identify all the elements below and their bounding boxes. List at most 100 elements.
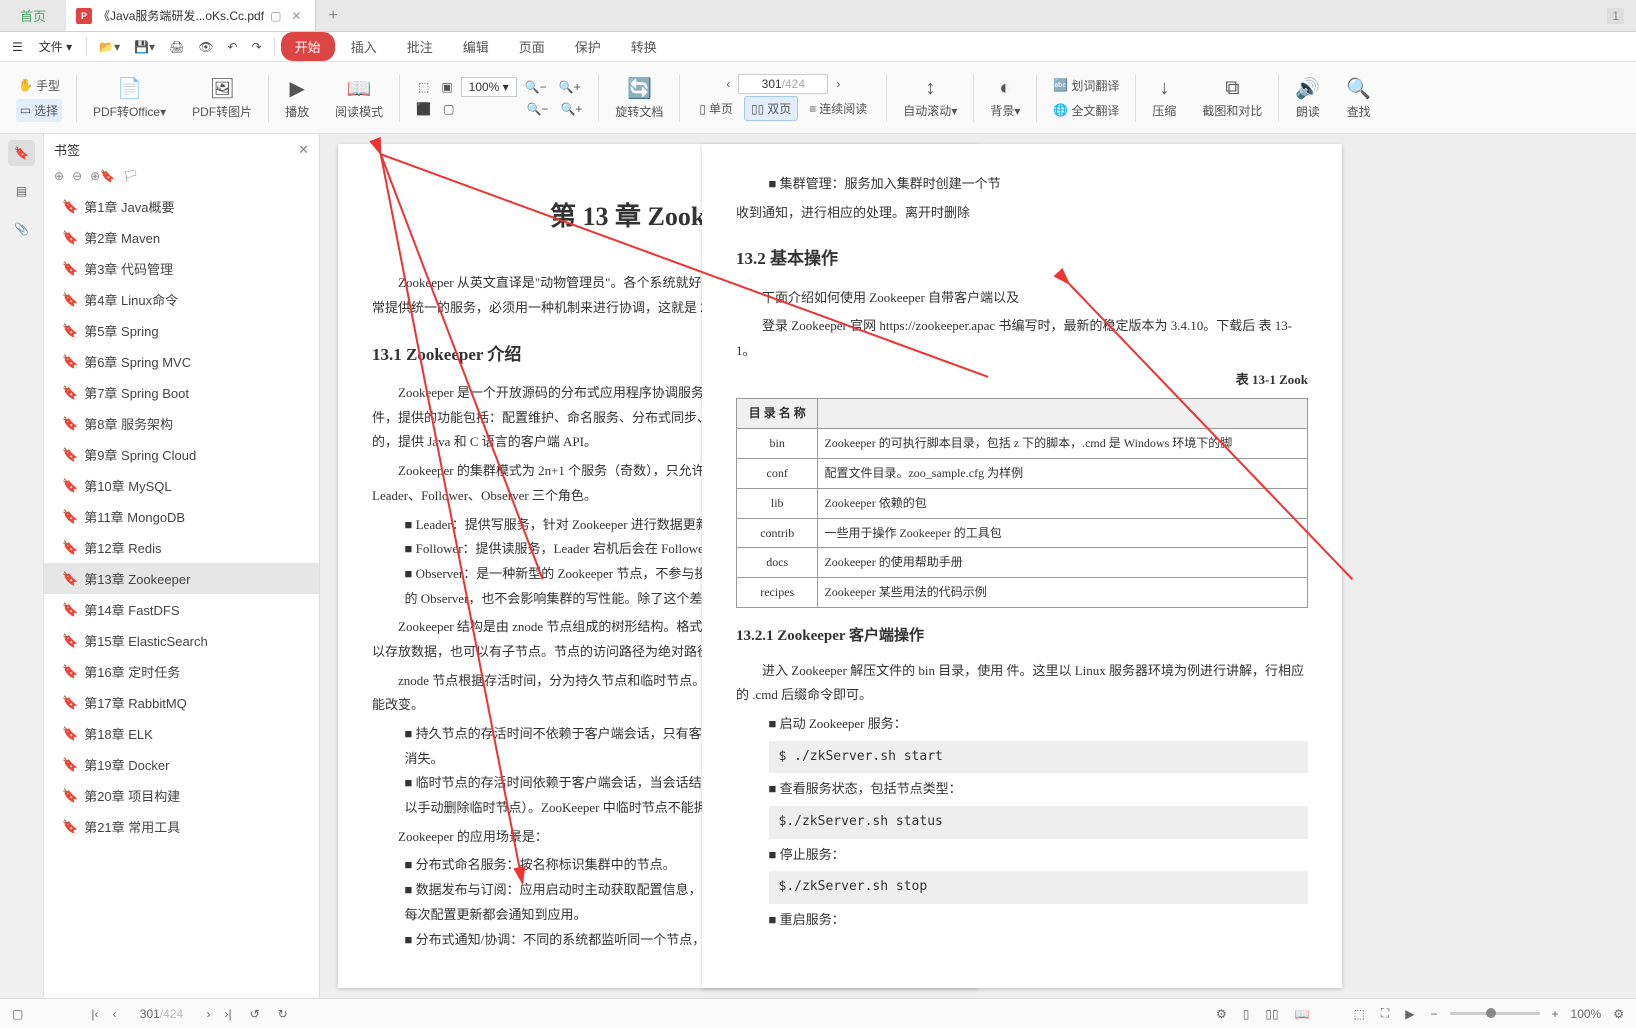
open-button[interactable]: 📂▾ bbox=[93, 36, 126, 58]
bookmark-item[interactable]: 🔖第3章 代码管理 bbox=[44, 253, 319, 284]
bookmark-item[interactable]: 🔖第12章 Redis bbox=[44, 532, 319, 563]
zoom-in-status[interactable]: + bbox=[1548, 1005, 1563, 1023]
bookmark-item[interactable]: 🔖第9章 Spring Cloud bbox=[44, 439, 319, 470]
home-tab[interactable]: 首页 bbox=[0, 0, 66, 31]
rotate-cw-icon[interactable]: ↻ bbox=[274, 1005, 292, 1023]
status-page[interactable]: 301/424 bbox=[126, 1007, 196, 1021]
bookmark-item[interactable]: 🔖第14章 FastDFS bbox=[44, 594, 319, 625]
last-page-icon[interactable]: ›| bbox=[220, 1005, 235, 1023]
presentation-icon[interactable]: ▶ bbox=[1401, 1005, 1418, 1023]
menu-edit[interactable]: 编辑 bbox=[449, 32, 503, 61]
fit-page-icon[interactable]: ▣ bbox=[437, 77, 456, 97]
full-translate[interactable]: 🌐 全文翻译 bbox=[1049, 99, 1123, 122]
menu-annotate[interactable]: 批注 bbox=[393, 32, 447, 61]
single-page-view[interactable]: ▯ 单页 bbox=[692, 96, 740, 121]
attachment-icon[interactable]: 📎 bbox=[8, 216, 35, 242]
preview-button[interactable]: 👁 bbox=[192, 36, 219, 58]
first-page-icon[interactable]: |‹ bbox=[87, 1005, 102, 1023]
add-bookmark-icon[interactable]: ⊕🔖 bbox=[90, 169, 115, 183]
fit-icon[interactable]: ⬚ bbox=[1350, 1005, 1369, 1023]
tab-window-icon[interactable]: ▢ bbox=[270, 9, 281, 23]
expand-icon[interactable]: ⊕ bbox=[54, 169, 64, 183]
page-input[interactable]: 301/424 bbox=[738, 74, 828, 94]
bookmark-item[interactable]: 🔖第8章 服务架构 bbox=[44, 408, 319, 439]
settings-icon[interactable]: ⚙ bbox=[1609, 1005, 1628, 1023]
bookmark-item[interactable]: 🔖第10章 MySQL bbox=[44, 470, 319, 501]
bookmark-item[interactable]: 🔖第20章 项目构建 bbox=[44, 780, 319, 811]
read-aloud[interactable]: 🔊朗读 bbox=[1285, 76, 1330, 120]
zoom-level[interactable]: 100% ▾ bbox=[461, 77, 517, 97]
fit-icon[interactable]: ▢ bbox=[439, 99, 458, 119]
double-view-icon[interactable]: ▯▯ bbox=[1261, 1005, 1282, 1023]
bookmark-item[interactable]: 🔖第13章 Zookeeper bbox=[44, 563, 319, 594]
zoom-out-icon[interactable]: 🔍− bbox=[521, 77, 551, 97]
hamburger-icon[interactable]: ☰ bbox=[6, 36, 29, 58]
double-page-view[interactable]: ▯▯ 双页 bbox=[744, 96, 798, 121]
zoom-in-icon[interactable]: 🔍+ bbox=[555, 77, 585, 97]
zoom-in2-icon[interactable]: 🔍+ bbox=[556, 99, 586, 119]
actual-size-icon[interactable]: ⬛ bbox=[412, 99, 435, 119]
menu-insert[interactable]: 插入 bbox=[337, 32, 391, 61]
background-button[interactable]: ◐背景▾ bbox=[980, 77, 1030, 119]
fit-width-icon[interactable]: ⬚ bbox=[414, 77, 433, 97]
bookmark-item[interactable]: 🔖第21章 常用工具 bbox=[44, 811, 319, 842]
flag-icon[interactable]: 🏳 bbox=[123, 169, 138, 183]
document-viewport[interactable]: 第 13 章 Zookeeper Zookeeper 从英文直译是"动物管理员"… bbox=[320, 134, 1636, 998]
zoom-out2-icon[interactable]: 🔍− bbox=[522, 99, 552, 119]
menu-start[interactable]: 开始 bbox=[281, 32, 335, 61]
menu-page[interactable]: 页面 bbox=[505, 32, 559, 61]
find-button[interactable]: 🔍查找 bbox=[1336, 76, 1381, 120]
collapse-icon[interactable]: ⊖ bbox=[72, 169, 82, 183]
screenshot-compare[interactable]: ⧉截图和对比 bbox=[1192, 77, 1272, 119]
bookmark-item[interactable]: 🔖第7章 Spring Boot bbox=[44, 377, 319, 408]
next-page-icon[interactable]: › bbox=[202, 1005, 214, 1023]
continuous-view[interactable]: ≡ 连续阅读 bbox=[802, 96, 874, 121]
tab-close-icon[interactable]: ✕ bbox=[287, 9, 305, 23]
compress-button[interactable]: ↓压缩 bbox=[1142, 77, 1186, 119]
bookmark-item[interactable]: 🔖第17章 RabbitMQ bbox=[44, 687, 319, 718]
select-tool[interactable]: ▭ 选择 bbox=[16, 99, 62, 122]
rotate-button[interactable]: 🔄旋转文档 bbox=[605, 76, 673, 120]
play-button[interactable]: ▶播放 bbox=[275, 76, 319, 120]
hand-tool[interactable]: ✋ 手型 bbox=[14, 74, 64, 97]
bookmark-item[interactable]: 🔖第6章 Spring MVC bbox=[44, 346, 319, 377]
bookmark-item[interactable]: 🔖第11章 MongoDB bbox=[44, 501, 319, 532]
bookmark-item[interactable]: 🔖第16章 定时任务 bbox=[44, 656, 319, 687]
bookmark-item[interactable]: 🔖第4章 Linux命令 bbox=[44, 284, 319, 315]
pdf-to-office[interactable]: 📄PDF转Office▾ bbox=[83, 76, 176, 120]
menu-protect[interactable]: 保护 bbox=[561, 32, 615, 61]
sidebar-toggle-icon[interactable]: ▢ bbox=[8, 1005, 27, 1023]
word-translate[interactable]: 🔤 划词翻译 bbox=[1049, 74, 1123, 97]
zoom-slider[interactable] bbox=[1450, 1012, 1540, 1015]
bookmark-icon: 🔖 bbox=[62, 633, 78, 649]
new-tab-button[interactable]: + bbox=[316, 7, 349, 25]
bookmark-item[interactable]: 🔖第18章 ELK bbox=[44, 718, 319, 749]
tools-icon[interactable]: ⚙ bbox=[1212, 1005, 1231, 1023]
bookmark-item[interactable]: 🔖第15章 ElasticSearch bbox=[44, 625, 319, 656]
redo-button[interactable]: ↷ bbox=[246, 36, 268, 58]
file-menu[interactable]: 文件 ▾ bbox=[31, 34, 80, 59]
rotate-ccw-icon[interactable]: ↺ bbox=[246, 1005, 264, 1023]
bookmark-icon[interactable]: 🔖 bbox=[8, 140, 35, 166]
prev-page-icon[interactable]: ‹ bbox=[722, 74, 734, 94]
prev-page-icon[interactable]: ‹ bbox=[108, 1005, 120, 1023]
fullscreen-icon[interactable]: ⛶ bbox=[1377, 1004, 1393, 1023]
print-button[interactable]: 🖨 bbox=[163, 36, 190, 58]
menu-convert[interactable]: 转换 bbox=[617, 32, 671, 61]
bookmark-item[interactable]: 🔖第1章 Java概要 bbox=[44, 191, 319, 222]
single-view-icon[interactable]: ▯ bbox=[1239, 1005, 1254, 1023]
outline-icon[interactable]: ▤ bbox=[10, 178, 33, 204]
autoscroll-button[interactable]: ↕自动滚动▾ bbox=[893, 77, 967, 119]
read-mode[interactable]: 📖阅读模式 bbox=[325, 76, 393, 120]
save-button[interactable]: 💾▾ bbox=[128, 36, 161, 58]
next-page-icon[interactable]: › bbox=[832, 74, 844, 94]
bookmark-item[interactable]: 🔖第5章 Spring bbox=[44, 315, 319, 346]
bookmark-item[interactable]: 🔖第19章 Docker bbox=[44, 749, 319, 780]
pdf-to-image[interactable]: 🖼PDF转图片 bbox=[182, 76, 262, 120]
bookmark-item[interactable]: 🔖第2章 Maven bbox=[44, 222, 319, 253]
zoom-out-status[interactable]: − bbox=[1427, 1005, 1442, 1023]
document-tab[interactable]: P 《Java服务端研发...oKs.Cc.pdf ▢ ✕ bbox=[66, 0, 316, 31]
close-panel-icon[interactable]: ✕ bbox=[298, 142, 309, 158]
undo-button[interactable]: ↶ bbox=[222, 36, 244, 58]
book-view-icon[interactable]: 📖 bbox=[1291, 1005, 1314, 1023]
